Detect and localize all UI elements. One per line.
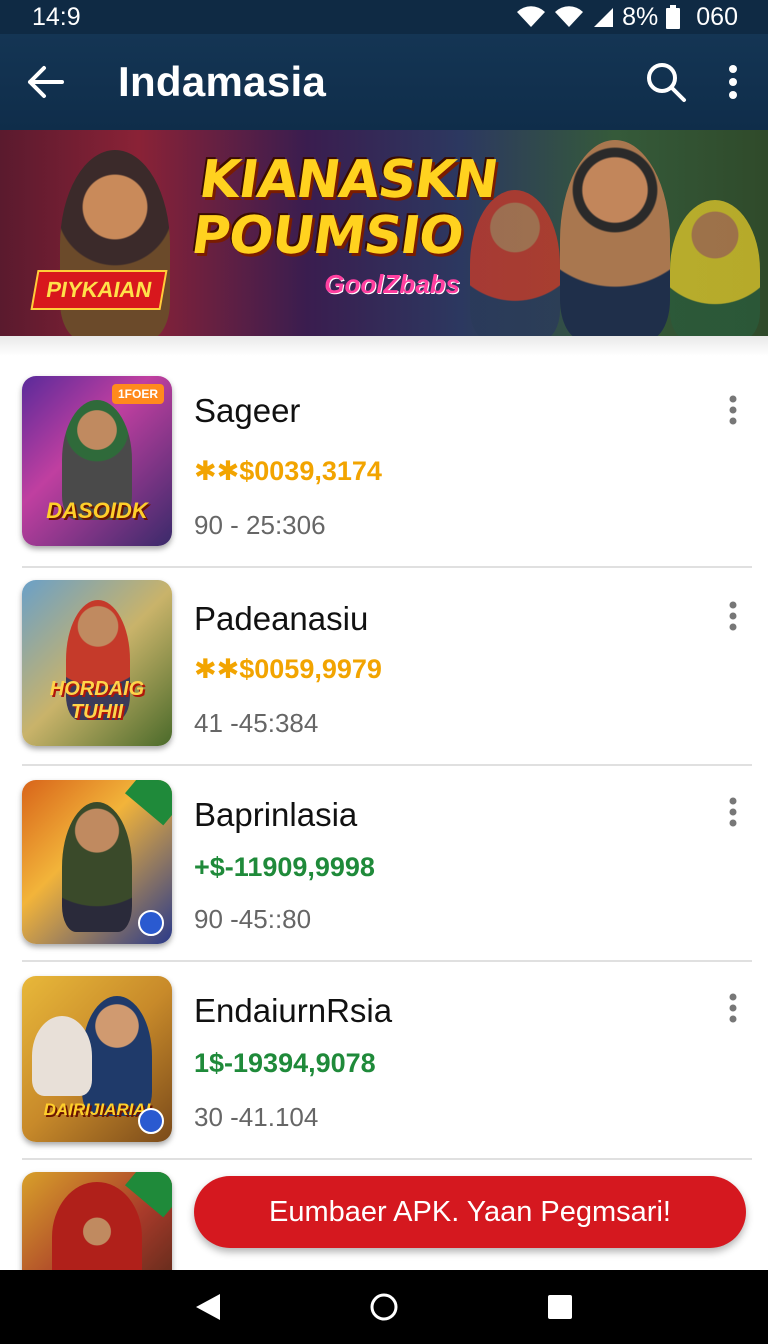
app-name: EndaiurnRsia	[194, 992, 393, 1029]
thumb-badge: 1FOER	[111, 384, 164, 404]
banner-ribbon: PIYKAIAN	[30, 270, 168, 310]
thumb-label: HORDAIG TUHII	[49, 678, 145, 723]
thumb-wolf	[32, 1016, 92, 1096]
banner-hero-right	[560, 140, 670, 336]
back-arrow-icon	[28, 66, 64, 98]
price-prefix: ✱✱	[194, 456, 240, 486]
system-nav-bar	[0, 1270, 768, 1344]
thumb-label: DASOIDK	[46, 498, 148, 523]
app-thumbnail[interactable]: 1FOER DASOIDK	[22, 376, 172, 546]
download-apk-button[interactable]: Eumbaer APK. Yaan Pegmsari!	[194, 1176, 746, 1248]
app-price: ✱✱$0059,9979	[194, 654, 382, 685]
app-meta: 90 - 25:306	[194, 510, 326, 540]
nav-home-icon	[370, 1293, 398, 1321]
battery-icon	[666, 5, 681, 29]
thumb-character	[82, 996, 152, 1116]
nav-back-button[interactable]	[178, 1277, 238, 1337]
promo-banner[interactable]: KIANASKN POUMSIO PIYKAIAN GoolZbabs	[0, 130, 768, 336]
item-menu-button[interactable]	[718, 792, 748, 832]
banner-title: KIANASKN POUMSIO	[187, 150, 502, 266]
price-prefix: +	[194, 852, 210, 882]
battery-text: 8%	[622, 2, 659, 31]
app-name: Baprinlasia	[194, 796, 358, 833]
price-prefix: ✱✱	[194, 654, 240, 684]
more-vert-icon	[729, 395, 737, 425]
status-time: 14:9	[32, 2, 81, 31]
app-price: ✱✱$0039,3174	[194, 456, 382, 487]
divider	[22, 960, 752, 962]
overflow-menu-button[interactable]	[698, 34, 768, 130]
price-value: $0039,3174	[239, 456, 382, 486]
search-button[interactable]	[634, 34, 698, 130]
item-menu-button[interactable]	[718, 596, 748, 636]
thumb-platform-icon	[138, 910, 164, 936]
more-vert-icon	[729, 65, 737, 99]
banner-subtitle: GoolZbabs	[324, 268, 460, 299]
app-meta: 41 -45:384	[194, 708, 319, 738]
page-title: Indamasia	[118, 58, 327, 105]
app-bar: Indamasia	[0, 34, 768, 130]
more-vert-icon	[729, 797, 737, 827]
thumb-platform-icon	[138, 1108, 164, 1134]
nav-recents-icon	[548, 1295, 572, 1319]
nav-home-button[interactable]	[354, 1277, 414, 1337]
banner-divider	[0, 336, 768, 356]
app-meta: 30 -41.104	[194, 1102, 319, 1132]
price-value: $-11909,9998	[209, 852, 375, 882]
price-value: $0059,9979	[239, 654, 382, 684]
status-right-text: 060	[696, 2, 738, 31]
signal-icon	[594, 8, 614, 27]
thumb-corner-badge	[124, 780, 172, 826]
app-price: 1$-19394,9078	[194, 1048, 376, 1079]
price-value: 1$-19394,9078	[194, 1048, 376, 1078]
app-thumbnail[interactable]	[22, 780, 172, 944]
more-vert-icon	[729, 993, 737, 1023]
app-thumbnail[interactable]: DAIRIJIARIAI	[22, 976, 172, 1142]
app-meta: 90 -45::80	[194, 904, 312, 934]
app-name: Sageer	[194, 392, 301, 429]
thumb-character	[62, 802, 132, 932]
more-vert-icon	[729, 601, 737, 631]
status-icons: 8% 060	[516, 3, 738, 32]
divider	[22, 566, 752, 568]
wifi-icon	[517, 6, 546, 27]
status-bar: 14:9 8% 060	[0, 0, 768, 34]
search-icon	[647, 63, 686, 102]
nav-recents-button[interactable]	[530, 1277, 590, 1337]
app-price: +$-11909,9998	[194, 852, 375, 883]
divider	[22, 764, 752, 766]
item-menu-button[interactable]	[718, 988, 748, 1028]
app-thumbnail[interactable]: HORDAIG TUHII	[22, 580, 172, 746]
item-menu-button[interactable]	[718, 390, 748, 430]
app-name: Padeanasiu	[194, 600, 369, 637]
wifi-icon-2	[555, 6, 584, 27]
nav-back-icon	[196, 1294, 220, 1320]
banner-crowd-2	[670, 200, 760, 336]
divider	[22, 1158, 752, 1160]
back-button[interactable]	[0, 34, 90, 130]
